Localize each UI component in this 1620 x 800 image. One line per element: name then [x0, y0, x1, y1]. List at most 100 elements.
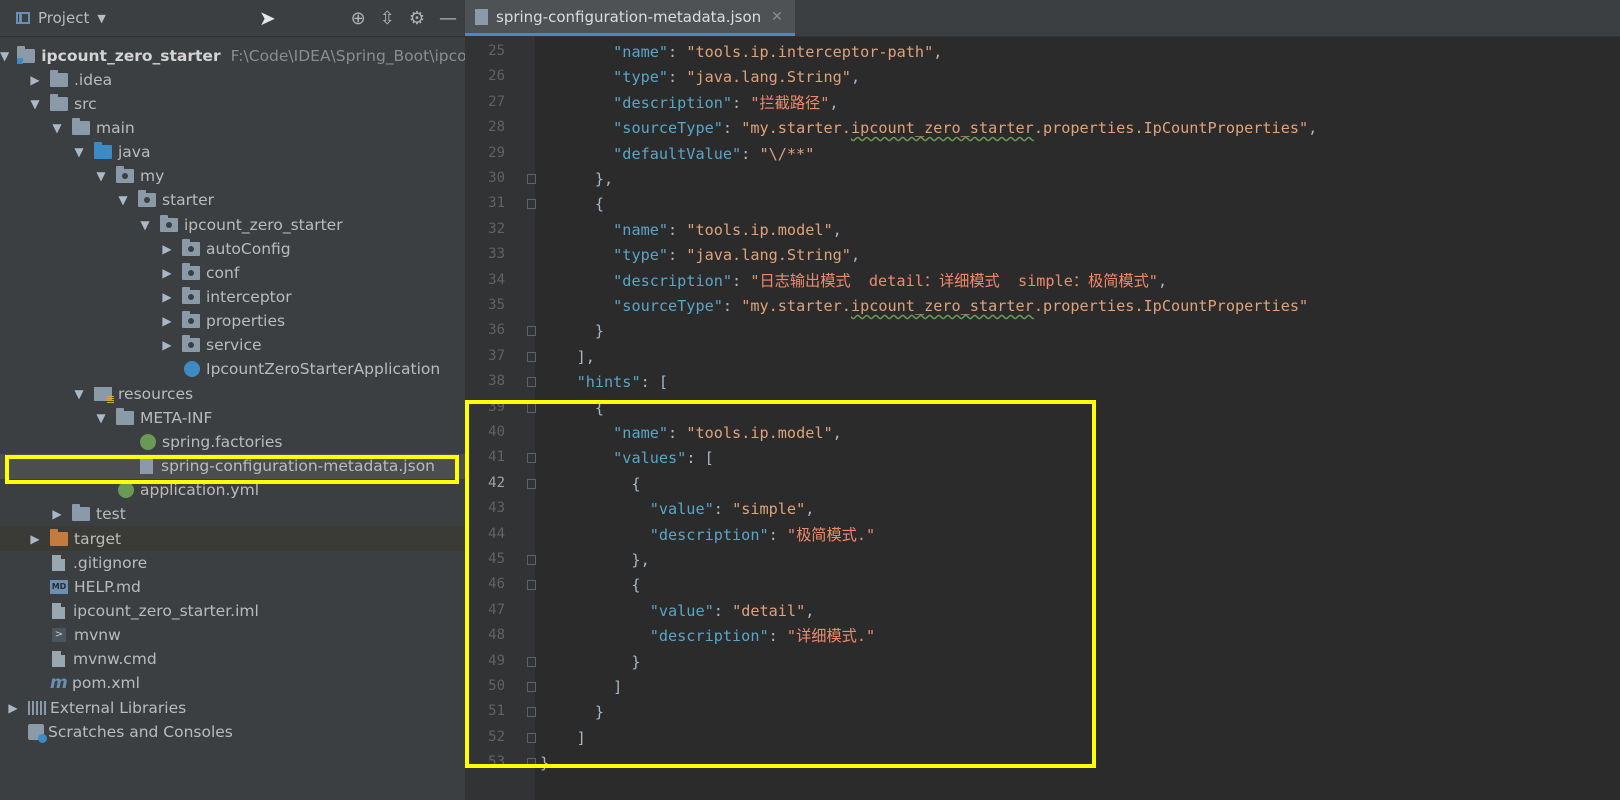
spring-boot-app-icon: [184, 361, 200, 378]
tree-item[interactable]: Scratches and Consoles: [0, 719, 465, 744]
locate-file-icon[interactable]: ⊕: [351, 8, 366, 29]
tree-item[interactable]: ▶ External Libraries: [0, 695, 465, 720]
tree-item[interactable]: > mvnw: [0, 623, 465, 648]
project-header-toolbar: ⊕ ⇳ ⚙ —: [351, 0, 457, 36]
collapse-arrow-icon[interactable]: ▶: [28, 73, 42, 87]
markdown-file-icon: MD: [50, 579, 68, 594]
gear-icon[interactable]: ⚙: [409, 8, 425, 29]
tree-item[interactable]: ▼ my: [0, 164, 465, 189]
code-line: "defaultValue": "\/**": [613, 144, 815, 163]
project-view-selector[interactable]: Project: [38, 9, 89, 27]
collapse-arrow-icon[interactable]: ▶: [6, 701, 20, 715]
code-line: "type": "java.lang.String",: [613, 68, 861, 87]
tree-item[interactable]: MD HELP.md: [0, 574, 465, 599]
tree-item[interactable]: ▼ main: [0, 115, 465, 140]
expand-arrow-icon[interactable]: ▼: [0, 49, 9, 63]
resources-folder-icon: [94, 386, 114, 403]
expand-arrow-icon[interactable]: ▼: [72, 145, 86, 159]
line-number: 34: [488, 271, 505, 288]
tree-item[interactable]: ipcount_zero_starter.iml: [0, 598, 465, 623]
expand-arrow-icon[interactable]: ▼: [94, 411, 108, 425]
tree-item-label: ipcount_zero_starter: [184, 215, 343, 234]
tree-item-label: autoConfig: [206, 239, 291, 258]
collapse-arrow-icon[interactable]: ▶: [160, 290, 174, 304]
editor-tab-bar: spring-configuration-metadata.json ✕: [465, 0, 1620, 37]
hints-highlight-box: [465, 400, 1096, 768]
code-line: "sourceType": "my.starter.ipcount_zero_s…: [613, 297, 1309, 315]
tree-item-label: IpcountZeroStarterApplication: [206, 360, 441, 379]
code-line: "description": "拦截路径",: [613, 93, 839, 112]
tree-item[interactable]: ▶ autoConfig: [0, 236, 465, 261]
tree-item[interactable]: ▼ META-INF: [0, 405, 465, 430]
spring-leaf-icon: [140, 433, 156, 450]
package-icon: [182, 311, 200, 329]
close-icon[interactable]: ✕: [771, 9, 783, 25]
tree-item[interactable]: ▼ src: [0, 91, 465, 116]
tree-item[interactable]: ▶ service: [0, 333, 465, 358]
line-number: 31: [488, 195, 505, 212]
fold-marker-icon[interactable]: [527, 174, 536, 184]
tab-spring-configuration-metadata[interactable]: spring-configuration-metadata.json ✕: [465, 0, 795, 36]
expand-arrow-icon[interactable]: ▼: [28, 97, 42, 111]
hide-panel-icon[interactable]: —: [439, 8, 457, 29]
package-icon: [182, 287, 200, 304]
tree-item[interactable]: ▼ java: [0, 140, 465, 165]
fold-marker-icon[interactable]: [527, 351, 536, 362]
collapse-arrow-icon[interactable]: ▶: [50, 507, 64, 521]
tree-item[interactable]: ▼ ipcount_zero_starter F:\Code\IDEA\Spring…: [0, 43, 465, 68]
tree-item-label: HELP.md: [74, 577, 141, 596]
tree-item[interactable]: mvnw.cmd: [0, 647, 465, 672]
expand-arrow-icon[interactable]: ▼: [72, 387, 86, 401]
line-number: 28: [488, 119, 505, 136]
tree-item[interactable]: m pom.xml: [0, 671, 465, 696]
tree-item-label: conf: [206, 263, 240, 282]
expand-arrow-icon[interactable]: ▼: [50, 121, 64, 135]
tree-item-label: META-INF: [140, 408, 213, 427]
tree-item[interactable]: ▶ .idea: [0, 67, 465, 92]
code-line: "hints": [: [576, 373, 669, 392]
tree-item[interactable]: IpcountZeroStarterApplication: [0, 357, 465, 382]
tree-item-label: mvnw: [74, 626, 121, 645]
package-icon: [116, 166, 134, 184]
collapse-arrow-icon[interactable]: ▶: [160, 242, 174, 256]
tree-item-label: main: [96, 118, 135, 137]
fold-marker-icon[interactable]: [527, 199, 536, 210]
tree-item[interactable]: .gitignore: [0, 550, 465, 575]
tree-item[interactable]: ▼ resources: [0, 381, 465, 406]
tree-item[interactable]: ▶ conf: [0, 260, 465, 285]
chevron-down-icon[interactable]: ▼: [97, 12, 105, 25]
expand-arrow-icon[interactable]: ▼: [116, 193, 130, 207]
line-number: 25: [488, 43, 505, 59]
collapse-arrow-icon[interactable]: ▶: [160, 338, 174, 352]
tree-item-label: .idea: [74, 70, 113, 89]
source-folder-icon: [94, 142, 112, 160]
fold-marker-icon[interactable]: [527, 377, 536, 388]
json-file-icon: [475, 8, 488, 25]
line-number: 26: [488, 68, 505, 85]
expand-arrow-icon[interactable]: ▼: [94, 169, 108, 183]
line-number: 38: [488, 373, 505, 390]
package-icon: [182, 238, 200, 256]
module-folder-icon: [17, 45, 36, 64]
tree-item-label: resources: [118, 384, 194, 403]
tree-item[interactable]: ▶ target: [0, 526, 465, 551]
collapse-all-icon[interactable]: ⇳: [380, 8, 395, 29]
tree-item[interactable]: spring.factories: [0, 429, 465, 454]
fold-marker-icon[interactable]: [527, 326, 536, 337]
tree-item[interactable]: ▼ starter: [0, 188, 465, 213]
tree-item[interactable]: ▼ ipcount_zero_starter: [0, 212, 465, 237]
collapse-arrow-icon[interactable]: ▶: [28, 532, 42, 546]
tree-item[interactable]: ▶ properties: [0, 309, 465, 334]
tab-label: spring-configuration-metadata.json: [496, 7, 762, 26]
collapse-arrow-icon[interactable]: ▶: [160, 266, 174, 280]
package-icon: [182, 262, 200, 280]
tree-item[interactable]: ▶ interceptor: [0, 285, 465, 310]
mouse-cursor-icon: ➤: [259, 6, 276, 30]
expand-arrow-icon[interactable]: ▼: [138, 218, 152, 232]
tree-item[interactable]: ▶ test: [0, 502, 465, 527]
package-icon: [182, 335, 200, 353]
tree-item-label: ipcount_zero_starter.iml: [73, 601, 259, 620]
code-line: "type": "java.lang.String",: [613, 246, 861, 265]
line-number: 27: [488, 93, 505, 110]
collapse-arrow-icon[interactable]: ▶: [160, 314, 174, 328]
